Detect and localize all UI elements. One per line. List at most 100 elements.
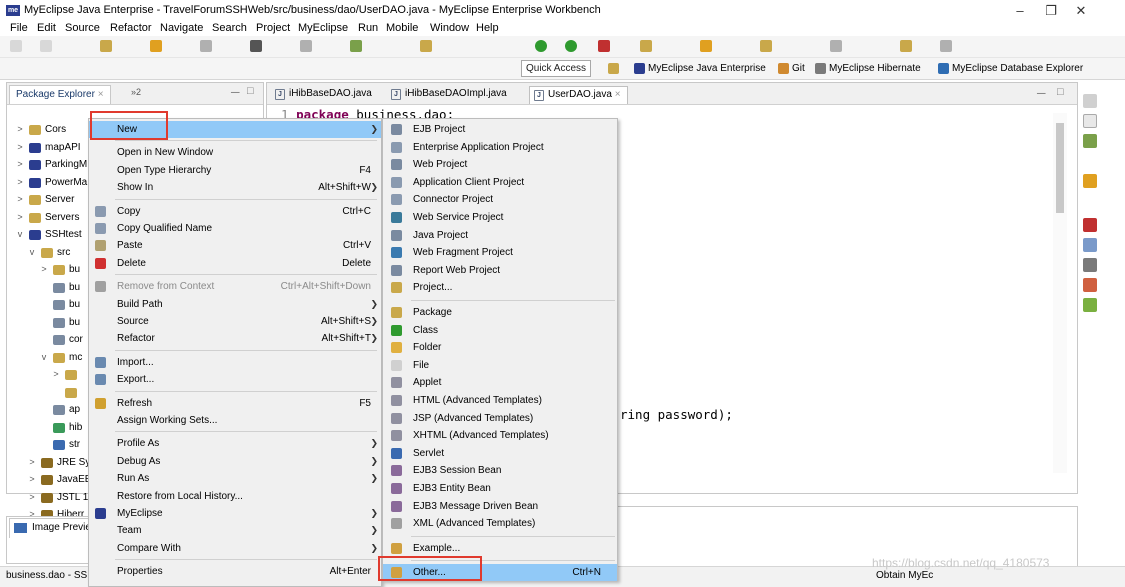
menu-search[interactable]: Search	[212, 22, 247, 34]
menu-refactor[interactable]: Refactor	[110, 22, 152, 34]
server-icon[interactable]	[150, 40, 162, 52]
scrollbar-thumb[interactable]	[1056, 123, 1064, 213]
tab-package-explorer[interactable]: Package Explorer ×	[9, 85, 111, 104]
expand-icon[interactable]: >	[27, 454, 37, 471]
close-icon[interactable]: ✕	[1066, 2, 1096, 20]
menu-myeclipse[interactable]: MyEclipse	[298, 22, 348, 34]
new-submenu-item-ejb3-entity-bean[interactable]: EJB3 Entity Bean	[383, 480, 617, 497]
expand-icon[interactable]: >	[15, 139, 25, 156]
new-submenu-item-xhtml-advanced-templates[interactable]: XHTML (Advanced Templates)	[383, 427, 617, 444]
expand-icon[interactable]: >	[27, 489, 37, 506]
expand-icon[interactable]: >	[15, 209, 25, 226]
new-submenu-item-web-fragment-project[interactable]: Web Fragment Project	[383, 244, 617, 261]
menu-run[interactable]: Run	[358, 22, 378, 34]
new-submenu-item-report-web-project[interactable]: Report Web Project	[383, 262, 617, 279]
perspective-hibernate[interactable]: MyEclipse Hibernate	[813, 60, 921, 77]
menu-help[interactable]: Help	[476, 22, 499, 34]
palette-icon[interactable]	[1083, 174, 1097, 188]
menu-mobile[interactable]: Mobile	[386, 22, 418, 34]
menu-navigate[interactable]: Navigate	[160, 22, 203, 34]
expand-icon[interactable]: >	[15, 156, 25, 173]
new-submenu-item-connector-project[interactable]: Connector Project	[383, 191, 617, 208]
snippets-icon[interactable]	[1083, 298, 1097, 312]
expand-icon[interactable]: >	[15, 121, 25, 138]
perspective-git[interactable]: Git	[776, 60, 805, 77]
save-icon[interactable]	[40, 40, 52, 52]
context-menu-item-delete[interactable]: Delete Delete	[89, 255, 381, 272]
restore-icon[interactable]: ❐	[1036, 2, 1066, 20]
tab-image-preview[interactable]: Image Previe	[9, 518, 98, 538]
context-menu-item-copy[interactable]: Copy Ctrl+C	[89, 203, 381, 220]
context-menu-item-source[interactable]: Source Alt+Shift+S ❯	[89, 313, 381, 330]
nav-icon[interactable]	[830, 40, 842, 52]
context-menu-item-open-in-new-window[interactable]: Open in New Window	[89, 144, 381, 161]
servers-icon[interactable]	[1083, 258, 1097, 272]
menu-window[interactable]: Window	[430, 22, 469, 34]
build-icon[interactable]	[640, 40, 652, 52]
new-submenu-item-html-advanced-templates[interactable]: HTML (Advanced Templates)	[383, 392, 617, 409]
new-submenu-item-xml-advanced-templates[interactable]: XML (Advanced Templates)	[383, 515, 617, 532]
debug-icon[interactable]	[535, 40, 547, 52]
context-menu-item-export[interactable]: Export...	[89, 371, 381, 388]
context-menu-item-run-as[interactable]: Run As ❯	[89, 470, 381, 487]
tab-ihibbasedaoimpl[interactable]: J iHibBaseDAOImpl.java	[387, 86, 513, 104]
minimize-icon[interactable]: –	[1005, 2, 1035, 20]
new-submenu-item-enterprise-application-project[interactable]: Enterprise Application Project	[383, 139, 617, 156]
expand-icon[interactable]: >	[15, 174, 25, 191]
new-submenu-item-web-service-project[interactable]: Web Service Project	[383, 209, 617, 226]
quick-access-input[interactable]: Quick Access	[521, 60, 591, 77]
new-submenu-item-application-client-project[interactable]: Application Client Project	[383, 174, 617, 191]
open-icon[interactable]	[420, 40, 432, 52]
new-submenu-item-web-project[interactable]: Web Project	[383, 156, 617, 173]
more-views-button[interactable]: »2	[131, 87, 141, 97]
context-menu-item-paste[interactable]: Paste Ctrl+V	[89, 237, 381, 254]
perspective-myeclipse-java-enterprise[interactable]: MyEclipse Java Enterprise	[632, 60, 766, 77]
context-menu-item-build-path[interactable]: Build Path ❯	[89, 296, 381, 313]
context-menu-item-team[interactable]: Team ❯	[89, 522, 381, 539]
context-menu-item-import[interactable]: Import...	[89, 354, 381, 371]
edit-icon[interactable]	[760, 40, 772, 52]
problems-icon[interactable]	[1083, 218, 1097, 232]
menu-file[interactable]: File	[10, 22, 28, 34]
menu-edit[interactable]: Edit	[37, 22, 56, 34]
console-icon[interactable]	[1083, 238, 1097, 252]
new-submenu-item-package[interactable]: Package	[383, 304, 617, 321]
context-menu-item-restore-from-local-history[interactable]: Restore from Local History...	[89, 488, 381, 505]
folder-icon[interactable]	[700, 40, 712, 52]
new-submenu-item-class[interactable]: Class	[383, 322, 617, 339]
expand-icon[interactable]: v	[27, 244, 37, 261]
grid-icon[interactable]	[250, 40, 262, 52]
expand-icon[interactable]: >	[39, 261, 49, 278]
new-submenu-item-applet[interactable]: Applet	[383, 374, 617, 391]
maximize-editor-icon[interactable]: □	[1057, 86, 1064, 98]
expand-icon[interactable]: v	[15, 226, 25, 243]
menu-project[interactable]: Project	[256, 22, 290, 34]
tool-icon[interactable]	[100, 40, 112, 52]
new-submenu-item-project[interactable]: Project...	[383, 279, 617, 296]
context-menu-item-profile-as[interactable]: Profile As ❯	[89, 435, 381, 452]
new-submenu-item-ejb-project[interactable]: EJB Project	[383, 121, 617, 138]
task-icon[interactable]	[1083, 134, 1097, 148]
editor-scrollbar[interactable]	[1053, 113, 1067, 473]
new-submenu-item-folder[interactable]: Folder	[383, 339, 617, 356]
context-menu-item-assign-working-sets[interactable]: Assign Working Sets...	[89, 412, 381, 429]
new-icon[interactable]	[10, 40, 22, 52]
run-icon[interactable]	[565, 40, 577, 52]
view-icon[interactable]	[1083, 114, 1097, 128]
context-menu-item-myeclipse[interactable]: MyEclipse ❯	[89, 505, 381, 522]
expand-icon[interactable]: >	[27, 471, 37, 488]
perspective-database-explorer[interactable]: MyEclipse Database Explorer	[936, 60, 1083, 77]
maximize-view-icon[interactable]: □	[247, 85, 254, 97]
minimize-view-icon[interactable]: ─	[231, 85, 240, 99]
external-tools-icon[interactable]	[598, 40, 610, 52]
back-icon[interactable]	[900, 40, 912, 52]
chart-icon[interactable]	[350, 40, 362, 52]
new-submenu-item-file[interactable]: File	[383, 357, 617, 374]
menu-source[interactable]: Source	[65, 22, 100, 34]
context-menu-item-refresh[interactable]: Refresh F5	[89, 395, 381, 412]
forward-icon[interactable]	[940, 40, 952, 52]
new-submenu-item-example[interactable]: Example...	[383, 540, 617, 557]
context-menu-item-properties[interactable]: Properties Alt+Enter	[89, 563, 381, 580]
context-menu-item-refactor[interactable]: Refactor Alt+Shift+T ❯	[89, 330, 381, 347]
new-submenu-item-servlet[interactable]: Servlet	[383, 445, 617, 462]
